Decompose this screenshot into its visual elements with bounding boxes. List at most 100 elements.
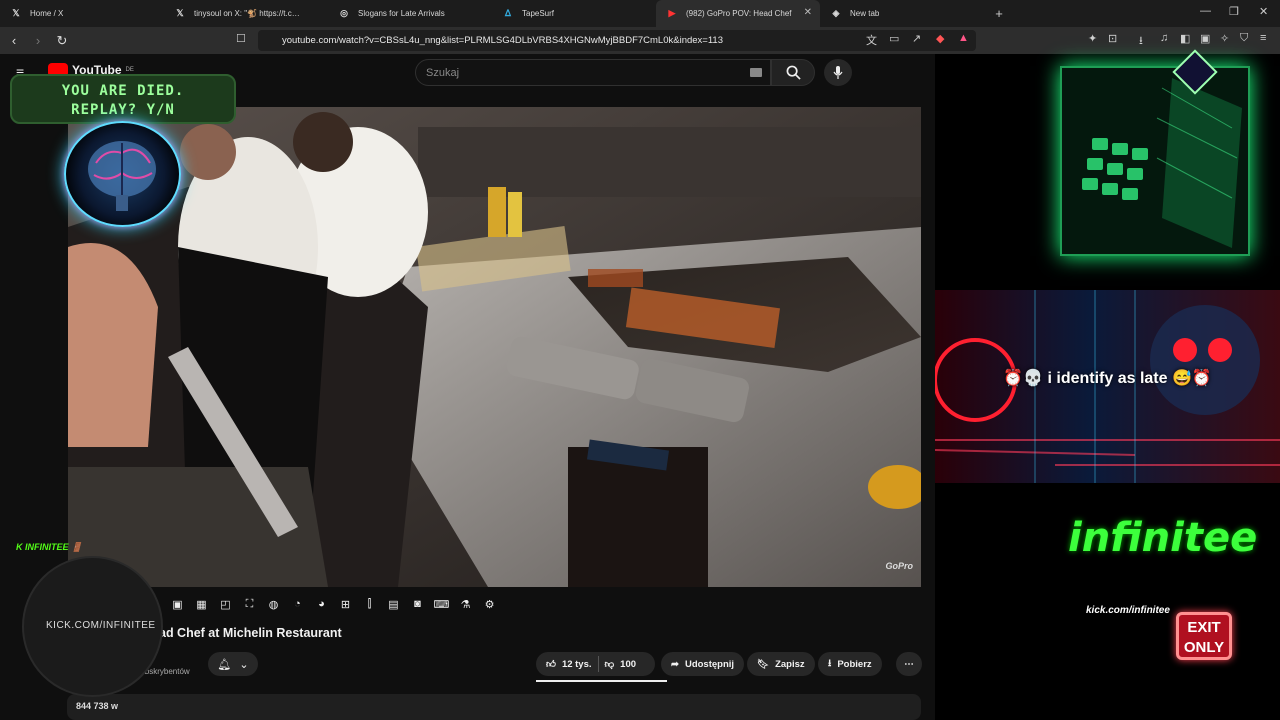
video-player[interactable]: GoPro bbox=[68, 107, 921, 587]
tab-tinysoul[interactable]: 𝕏tinysoul on X: "🐒 https://t.co/V4Xq bbox=[164, 0, 328, 27]
cast-icon[interactable]: ▭ bbox=[889, 32, 899, 45]
music-icon[interactable]: ♫ bbox=[1160, 32, 1168, 44]
maximize-icon[interactable]: ❐ bbox=[1229, 5, 1239, 18]
brain-graphic bbox=[88, 141, 156, 211]
tab-new-tab[interactable]: ◈ New tab bbox=[820, 0, 984, 27]
keyboard-icon[interactable]: ⌨ bbox=[432, 596, 451, 613]
new-tab-button[interactable]: + bbox=[984, 6, 1014, 21]
save-button[interactable]: 🔖︎ Zapisz bbox=[747, 652, 815, 676]
kick-username-banner: K INFINITEE 🚪 bbox=[16, 542, 83, 552]
exit-only-sign: EXIT ONLY bbox=[1176, 612, 1232, 660]
more-icon: ⋯ bbox=[904, 658, 914, 670]
speed-down-icon[interactable]: ◕ bbox=[312, 596, 331, 613]
speed-up-icon[interactable]: ◍ bbox=[264, 596, 283, 613]
tab-label: (982) GoPro POV: Head Chef bbox=[686, 9, 792, 18]
flask-icon[interactable]: ⚗ bbox=[456, 596, 475, 613]
chatgpt-icon: ◎ bbox=[340, 8, 348, 18]
voice-search-button[interactable] bbox=[824, 59, 852, 86]
youtube-icon: ▶ bbox=[668, 8, 676, 18]
save-label: Zapisz bbox=[775, 658, 805, 670]
back-icon[interactable]: ‹ bbox=[4, 33, 24, 48]
region-code: DE bbox=[125, 67, 134, 73]
screenshot-icon[interactable]: ⊡ bbox=[1108, 32, 1117, 45]
bookmark-icon: 🔖︎ bbox=[757, 658, 770, 670]
kick-url: KICK.COM/INFINITEE bbox=[46, 620, 156, 631]
gopro-watermark: GoPro bbox=[885, 561, 913, 571]
kick-username: INFINITEE bbox=[25, 542, 69, 552]
reload-icon[interactable]: ↻ bbox=[52, 33, 72, 49]
tab-slogans[interactable]: ◎ Slogans for Late Arrivals bbox=[328, 0, 492, 27]
close-tab-icon[interactable]: ✕ bbox=[804, 7, 812, 18]
exit-line1: EXIT bbox=[1187, 619, 1221, 636]
dislike-button[interactable]: 👎︎ 100 bbox=[604, 658, 637, 671]
infinitee-logo: infinitee bbox=[1068, 515, 1258, 561]
add-icon[interactable]: ⊞ bbox=[336, 596, 355, 613]
share-icon[interactable]: ↗ bbox=[912, 32, 921, 45]
tab-label: Home / X bbox=[30, 9, 64, 18]
close-window-icon[interactable]: ✕ bbox=[1259, 5, 1268, 18]
share-label: Udostępnij bbox=[684, 658, 735, 670]
screenshot-icon[interactable]: ◙ bbox=[408, 596, 427, 613]
forward-icon[interactable]: › bbox=[28, 33, 48, 48]
kitchen-scene bbox=[68, 107, 921, 587]
extensions-icon[interactable]: ✦ bbox=[1088, 32, 1097, 45]
tab-tapesurf[interactable]: ᐃ TapeSurf bbox=[492, 0, 656, 27]
url-text: youtube.com/watch?v=CBSsL4u_nng&list=PLR… bbox=[282, 35, 723, 46]
rewards-icon[interactable]: ▲ bbox=[958, 32, 969, 44]
like-button[interactable]: 👍︎ 12 tys. bbox=[546, 658, 592, 671]
download-button[interactable]: ⭳ Pobierz bbox=[818, 652, 882, 676]
settings-icon[interactable]: ⚙ bbox=[480, 596, 499, 613]
search-icon bbox=[786, 65, 801, 80]
brave-shield-icon[interactable]: ◆ bbox=[936, 32, 944, 45]
resize-icon[interactable]: ◰ bbox=[216, 596, 235, 613]
fullscreen-icon[interactable]: ⛶ bbox=[240, 596, 259, 613]
search-placeholder: Szukaj bbox=[426, 67, 460, 79]
description-box[interactable]: 844 738 w bbox=[67, 694, 921, 720]
keypad-graphic bbox=[1062, 68, 1248, 254]
like-ratio-bar bbox=[536, 680, 667, 682]
download-label: Pobierz bbox=[837, 658, 872, 670]
like-count: 12 tys. bbox=[561, 658, 592, 670]
menu-icon[interactable]: ≡ bbox=[1260, 32, 1266, 44]
download-icon[interactable]: ⭳ bbox=[1139, 32, 1143, 51]
translate-icon[interactable]: 文 bbox=[866, 32, 877, 48]
game-over-line2: REPLAY? Y/N bbox=[71, 102, 175, 118]
cinema-icon[interactable]: ▤ bbox=[384, 596, 403, 613]
wallet-icon[interactable]: ▣ bbox=[1200, 32, 1210, 45]
game-over-line1: YOU ARE DIED. bbox=[61, 83, 185, 99]
bookmark-icon[interactable]: ☐ bbox=[236, 32, 246, 45]
x-icon: 𝕏 bbox=[176, 8, 184, 18]
tab-home-x[interactable]: 𝕏 Home / X bbox=[0, 0, 164, 27]
split-icon[interactable]: ⫿ bbox=[360, 596, 379, 613]
banner-caption: ⏰💀 i identify as late 😅⏰ bbox=[1003, 370, 1212, 387]
watch-icon[interactable]: ▣ bbox=[168, 596, 187, 613]
vpn-icon[interactable]: ⛉ bbox=[1240, 32, 1248, 45]
infinitee-url: kick.com/infinitee bbox=[1086, 605, 1170, 616]
cyber-keyboard-panel bbox=[1060, 66, 1250, 256]
more-actions-button[interactable]: ⋯ bbox=[896, 652, 922, 676]
brain-icon bbox=[64, 121, 181, 227]
tab-youtube-active[interactable]: ▶ (982) GoPro POV: Head Chef ✕ bbox=[656, 0, 820, 27]
tab-label: Slogans for Late Arrivals bbox=[358, 9, 445, 18]
exit-line2: ONLY bbox=[1183, 639, 1225, 656]
divider bbox=[597, 656, 599, 672]
search-button[interactable] bbox=[771, 59, 815, 86]
like-dislike-group: 👍︎ 12 tys. 👎︎ 100 bbox=[536, 652, 655, 676]
leo-icon[interactable]: ✧ bbox=[1220, 32, 1229, 45]
tab-label: New tab bbox=[850, 9, 880, 18]
thumbs-down-icon: 👎︎ bbox=[604, 659, 615, 670]
speed-icon[interactable]: ◔ bbox=[288, 596, 307, 613]
tab-label: TapeSurf bbox=[522, 9, 555, 18]
chevron-down-icon: ⌄ bbox=[239, 658, 249, 671]
download-icon: ⭳ bbox=[828, 658, 832, 669]
keyboard-icon[interactable] bbox=[750, 68, 762, 77]
view-count: 844 738 w bbox=[76, 701, 119, 711]
notification-bell-button[interactable]: 🔔︎ ⌄ bbox=[208, 652, 258, 676]
minimize-icon[interactable]: — bbox=[1200, 5, 1211, 17]
game-over-overlay: YOU ARE DIED. REPLAY? Y/N bbox=[10, 74, 236, 124]
bell-icon: 🔔︎ bbox=[217, 658, 232, 671]
search-input[interactable]: Szukaj bbox=[415, 59, 771, 86]
sidebar-icon[interactable]: ◧ bbox=[1180, 32, 1190, 45]
clapper-icon[interactable]: ▦ bbox=[192, 596, 211, 613]
share-button[interactable]: ➦ Udostępnij bbox=[661, 652, 745, 676]
